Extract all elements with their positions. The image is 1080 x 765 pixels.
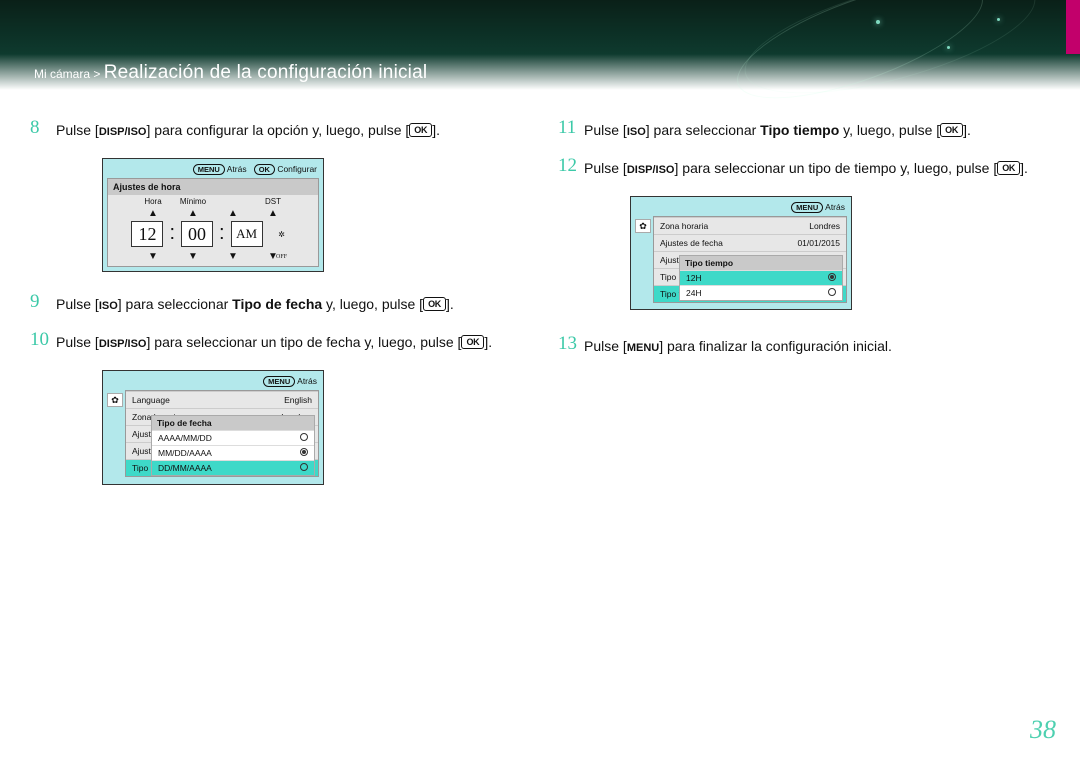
time-type-popup: Tipo tiempo 12H 24H xyxy=(679,255,843,301)
key-iso: ISO xyxy=(627,126,646,138)
step-10: 10 Pulse [DISP/ISO] para seleccionar un … xyxy=(30,332,525,354)
step-12: 12 Pulse [DISP/ISO] para seleccionar un … xyxy=(558,158,1053,180)
hour-cell[interactable]: 12 xyxy=(131,221,163,247)
list-item[interactable]: 12H xyxy=(680,270,842,285)
key-iso: ISO xyxy=(99,300,118,312)
key-ok: OK xyxy=(940,123,963,137)
sparkle xyxy=(997,18,1000,21)
key-menu: MENU xyxy=(627,342,659,354)
step-number: 13 xyxy=(558,334,577,354)
step-13: 13 Pulse [MENU] para finalizar la config… xyxy=(558,336,1053,358)
key-ok: OK xyxy=(423,297,446,311)
key-ok: OK xyxy=(461,335,484,349)
time-settings-screen: MENU Atrás OK Configurar Ajustes de hora… xyxy=(102,158,324,272)
page-number: 38 xyxy=(1030,715,1056,745)
key-disp-iso: DISP/ISO xyxy=(627,164,675,176)
date-type-screen: ✿ MENU Atrás LanguageEnglish Zona horari… xyxy=(102,370,324,485)
key-ok: OK xyxy=(409,123,432,137)
left-column: 8 Pulse [DISP/ISO] para configurar la op… xyxy=(30,120,525,485)
date-type-popup: Tipo de fecha AAAA/MM/DD MM/DD/AAAA DD/M… xyxy=(151,415,315,476)
gear-icon: ✿ xyxy=(107,393,123,407)
list-item[interactable]: MM/DD/AAAA xyxy=(152,445,314,460)
breadcrumb-section: Mi cámara > xyxy=(34,67,100,81)
step-number: 12 xyxy=(558,156,577,176)
minute-cell[interactable]: 00 xyxy=(181,221,213,247)
sparkle xyxy=(876,20,880,24)
key-ok: OK xyxy=(997,161,1020,175)
step-number: 10 xyxy=(30,330,49,350)
list-item[interactable]: DD/MM/AAAA xyxy=(152,460,314,475)
step-number: 11 xyxy=(558,118,576,138)
gear-icon: ✿ xyxy=(635,219,651,233)
page-title: Realización de la configuración inicial xyxy=(104,62,428,83)
dst-cell[interactable]: ✲OFF xyxy=(269,221,295,247)
step-11: 11 Pulse [ISO] para seleccionar Tipo tie… xyxy=(558,120,1053,142)
step-9: 9 Pulse [ISO] para seleccionar Tipo de f… xyxy=(30,294,525,316)
list-item[interactable]: 24H xyxy=(680,285,842,300)
key-disp-iso: DISP/ISO xyxy=(99,126,147,138)
step-8: 8 Pulse [DISP/ISO] para configurar la op… xyxy=(30,120,525,142)
ampm-cell[interactable]: AM xyxy=(231,221,263,247)
sparkle xyxy=(947,46,950,49)
step-number: 9 xyxy=(30,292,40,312)
key-disp-iso: DISP/ISO xyxy=(99,338,147,350)
panel-title: Ajustes de hora xyxy=(108,179,318,195)
side-tab xyxy=(1066,0,1080,54)
list-item[interactable]: AAAA/MM/DD xyxy=(152,430,314,445)
breadcrumb: Mi cámara > Realización de la configurac… xyxy=(34,62,427,84)
step-number: 8 xyxy=(30,118,40,138)
right-column: 11 Pulse [ISO] para seleccionar Tipo tie… xyxy=(558,120,1053,374)
time-type-screen: ✿ MENU Atrás Zona horariaLondres Ajustes… xyxy=(630,196,852,310)
